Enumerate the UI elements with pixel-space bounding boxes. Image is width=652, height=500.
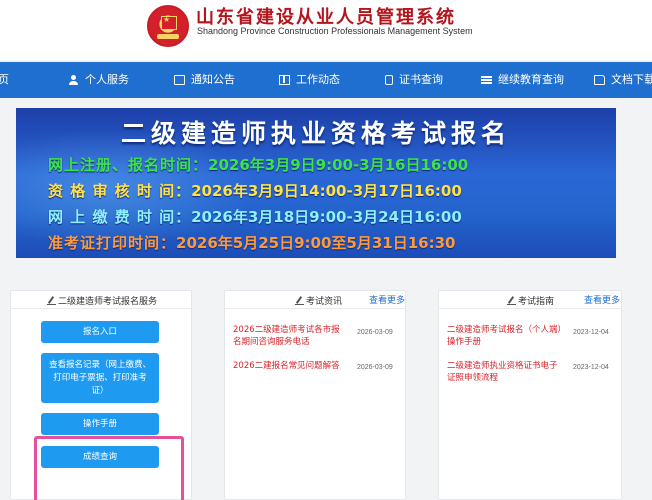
banner-line-value: 2026年3月9日9:00-3月16日16:00 — [208, 156, 469, 174]
guide-date: 2023-12-04 — [573, 364, 609, 371]
folder-icon — [594, 75, 605, 85]
card-title: 二级建造师考试报名服务 — [47, 294, 157, 307]
main-nav: 页 个人服务 通知公告 工作动态 证书查询 继续教育查询 文档下载 — [0, 62, 652, 98]
guide-item[interactable]: 二级建造师考试报名（个人端）操作手册 — [447, 324, 565, 348]
user-icon — [68, 75, 79, 85]
list-icon — [481, 75, 492, 85]
register-entry-button[interactable]: 报名入口 — [41, 321, 159, 343]
pen-icon — [507, 296, 516, 305]
card-header: 考试资讯 查看更多 — [225, 291, 405, 309]
site-header: ★ 山东省建设从业人员管理系统 Shandong Province Constr… — [0, 0, 652, 60]
nav-label: 个人服务 — [85, 73, 129, 86]
view-registration-records-button[interactable]: 查看报名记录（网上缴费、打印电子票据、打印准考证） — [41, 353, 159, 403]
nav-item-work-news[interactable]: 工作动态 — [279, 62, 340, 98]
nav-item-certificate-query[interactable]: 证书查询 — [385, 62, 443, 98]
nav-label: 通知公告 — [191, 73, 235, 86]
pen-icon — [47, 296, 56, 305]
card-title-text: 二级建造师考试报名服务 — [58, 297, 158, 307]
card-header: 二级建造师考试报名服务 — [11, 291, 191, 309]
site-subtitle: Shandong Province Construction Professio… — [197, 26, 473, 36]
guide-date: 2023-12-04 — [573, 329, 609, 336]
banner-line-label: 网上注册、报名时间： — [48, 156, 209, 174]
exam-news-card: 考试资讯 查看更多 2026二级建造师考试各市报名期间咨询服务电话 2026-0… — [224, 290, 406, 500]
news-item[interactable]: 2026二建报名常见问题解答 — [233, 360, 349, 372]
news-date: 2026-03-09 — [357, 364, 393, 371]
view-more-link[interactable]: 查看更多 — [369, 293, 405, 306]
nav-label: 继续教育查询 — [498, 73, 564, 86]
banner-line-value: 2026年5月25日9:00至5月31日16:30 — [176, 234, 456, 252]
news-date: 2026-03-09 — [357, 329, 393, 336]
banner-line-registration: 网上注册、报名时间：2026年3月9日9:00-3月16日16:00 — [48, 154, 468, 175]
banner-title: 二级建造师执业资格考试报名 — [120, 119, 511, 148]
service-card: 二级建造师考试报名服务 报名入口 查看报名记录（网上缴费、打印电子票据、打印准考… — [10, 290, 192, 500]
pen-icon — [295, 296, 304, 305]
card-title: 考试指南 — [507, 294, 554, 307]
banner-line-payment: 网 上 缴 费 时 间：2026年3月18日9:00-3月24日16:00 — [48, 206, 462, 227]
banner-line-label: 网 上 缴 费 时 间： — [48, 208, 192, 226]
nav-item-personal-service[interactable]: 个人服务 — [68, 62, 129, 98]
exam-guide-card: 考试指南 查看更多 二级建造师考试报名（个人端）操作手册 2023-12-04 … — [438, 290, 622, 500]
view-more-link[interactable]: 查看更多 — [584, 293, 620, 306]
document-icon — [174, 75, 185, 85]
score-query-button[interactable]: 成绩查询 — [41, 446, 159, 468]
nav-label: 文档下载 — [611, 73, 652, 86]
card-title-text: 考试资讯 — [306, 297, 343, 307]
nav-label: 证书查询 — [399, 73, 443, 86]
nav-item-downloads[interactable]: 文档下载 — [594, 62, 652, 98]
card-title-text: 考试指南 — [518, 297, 555, 307]
banner-line-value: 2026年3月9日14:00-3月17日16:00 — [191, 182, 462, 200]
banner-line-label: 准考证打印时间： — [48, 234, 177, 252]
phone-icon — [385, 75, 393, 85]
card-title: 考试资讯 — [295, 294, 342, 307]
operation-manual-button[interactable]: 操作手册 — [41, 413, 159, 435]
banner-line-label: 资 格 审 核 时 间： — [48, 182, 192, 200]
nav-item-home[interactable]: 页 — [0, 62, 9, 98]
banner-line-value: 2026年3月18日9:00-3月24日16:00 — [191, 208, 462, 226]
book-icon — [279, 75, 290, 85]
nav-label: 工作动态 — [296, 73, 340, 86]
nav-item-continuing-education[interactable]: 继续教育查询 — [481, 62, 564, 98]
card-header: 考试指南 查看更多 — [439, 291, 621, 309]
emblem-logo: ★ — [147, 5, 189, 47]
banner-line-admission: 准考证打印时间：2026年5月25日9:00至5月31日16:30 — [48, 232, 455, 253]
page-root: ★ 山东省建设从业人员管理系统 Shandong Province Constr… — [0, 0, 652, 500]
guide-item[interactable]: 二级建造师执业资格证书电子证照申领流程 — [447, 360, 565, 384]
nav-label: 页 — [0, 73, 9, 86]
nav-item-notices[interactable]: 通知公告 — [174, 62, 235, 98]
news-item[interactable]: 2026二级建造师考试各市报名期间咨询服务电话 — [233, 324, 345, 348]
banner-line-review: 资 格 审 核 时 间：2026年3月9日14:00-3月17日16:00 — [48, 180, 462, 201]
exam-banner[interactable]: 二级建造师执业资格考试报名 网上注册、报名时间：2026年3月9日9:00-3月… — [16, 108, 616, 258]
